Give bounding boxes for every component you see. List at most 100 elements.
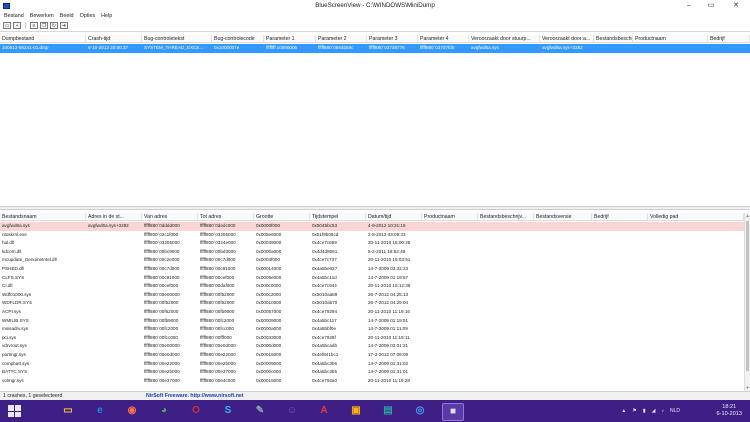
dump-cell: fffff880`037d8778 <box>369 45 405 50</box>
driver-row[interactable]: Wdf01000.sys fffff880`00e00000 fffff880`00… <box>0 291 750 300</box>
driver-column-header[interactable]: Bestandsnaam <box>0 213 86 221</box>
dump-column-header[interactable]: Dumpbestand <box>0 35 86 43</box>
file-explorer-icon[interactable]: ▭ <box>58 403 78 419</box>
scroll-up-icon[interactable]: ▲ <box>745 213 750 219</box>
driver-column-header[interactable]: Volledig pad <box>648 213 744 221</box>
dump-column-header[interactable]: Veroorzaakt door stuurp... <box>469 35 540 43</box>
driver-column-header[interactable]: Productnaam <box>422 213 478 221</box>
save-icon[interactable]: ▪ <box>13 22 21 29</box>
driver-row[interactable]: ntoskrnl.exe fffff800`02c1f000 fffff800`03… <box>0 231 750 240</box>
photo-icon[interactable]: ▣ <box>346 403 366 419</box>
refresh-icon[interactable]: ↻ <box>50 22 58 29</box>
driver-cell: 0x00033000 <box>256 334 282 340</box>
menu-bewerken[interactable]: Bewerken <box>30 12 54 20</box>
driver-column-header[interactable]: Tijdstempel <box>310 213 366 221</box>
bluescreenview-icon[interactable]: ■ <box>442 403 464 421</box>
menu-help[interactable]: Help <box>101 12 112 20</box>
driver-row[interactable]: compbatt.sys fffff880`00e22000 fffff880`00… <box>0 360 750 369</box>
menu-beeld[interactable]: Beeld <box>60 12 74 20</box>
nirsoft-link[interactable]: NirSoft Freeware. http://www.nirsoft.net <box>146 393 244 399</box>
tray-up-arrow-icon[interactable]: ▲ <box>621 408 626 414</box>
driver-cell: 0x0005e000 <box>256 274 282 280</box>
opera-icon[interactable]: O <box>186 403 206 419</box>
driver-list-scrollbar[interactable]: ▲ ▼ <box>744 213 750 391</box>
driver-cell: WMILIB.SYS <box>2 317 29 323</box>
driver-cell: 0x4d4d8061 <box>312 248 338 254</box>
driver-row[interactable]: WDFLDR.SYS fffff880`00f52000 fffff880`00f6… <box>0 299 750 308</box>
dump-column-header[interactable]: Bedrijf <box>708 35 750 43</box>
driver-row[interactable]: partmgr.sys fffff880`00e0d000 fffff880`00e… <box>0 351 750 360</box>
dump-column-header[interactable]: Bestandsbeschrijving <box>594 35 633 43</box>
driver-row[interactable]: WMILIB.SYS fffff880`00fb9000 fffff880`00fc… <box>0 317 750 326</box>
driver-column-header[interactable]: Grootte <box>254 213 310 221</box>
driver-column-header[interactable]: Bestandsbeschrijv... <box>478 213 534 221</box>
driver-row[interactable]: kdcom.dll fffff880`00bc9000 fffff880`00bd3… <box>0 248 750 257</box>
firefox-icon[interactable]: ◉ <box>122 403 142 419</box>
driver-row[interactable]: pci.sys fffff880`00fcc000 fffff880`00fff00… <box>0 334 750 343</box>
flag-icon[interactable]: ⚑ <box>632 408 636 414</box>
driver-column-header[interactable]: Bedrijf <box>592 213 648 221</box>
driver-cell: 4-9-2012 10:31:15 <box>368 223 406 228</box>
dump-column-header[interactable]: Parameter 1 <box>264 35 316 43</box>
driver-cell: 0x0000a000 <box>256 326 282 332</box>
dump-column-header[interactable]: Parameter 3 <box>367 35 418 43</box>
open-folder-icon[interactable]: ▭ <box>3 22 11 29</box>
dump-column-header[interactable]: Bug-controletekst <box>142 35 212 43</box>
properties-icon[interactable]: ≡ <box>30 22 38 29</box>
gallery-icon[interactable]: ▤ <box>378 403 398 419</box>
driver-row[interactable]: BATTC.SYS fffff880`00e2b000 fffff880`00e37… <box>0 368 750 377</box>
battery-icon[interactable]: ▮ <box>643 408 646 414</box>
scrollbar-thumb[interactable] <box>746 221 749 371</box>
driver-row[interactable]: msisadrv.sys fffff880`00fc2000 fffff880`00… <box>0 325 750 334</box>
internet-explorer-icon[interactable]: e <box>90 403 110 419</box>
close-button[interactable]: ✕ <box>722 0 750 12</box>
dump-column-header[interactable]: Parameter 2 <box>316 35 367 43</box>
dump-column-header[interactable]: Veroorzaakt door a... <box>540 35 594 43</box>
exit-icon[interactable]: ➜ <box>60 22 68 29</box>
menu-opties[interactable]: Opties <box>80 12 96 20</box>
dump-column-header[interactable]: Parameter 4 <box>418 35 469 43</box>
driver-cell: fffff880`00f62000 <box>200 300 235 306</box>
driver-row[interactable]: CLFS.SYS fffff880`00c91000 fffff880`00cef0… <box>0 274 750 283</box>
driver-row[interactable]: avgfwd6a.sys avgfwd6a.sys+3282 fffff880`0d… <box>0 222 750 231</box>
dump-column-header[interactable]: Crash-tijd <box>86 35 142 43</box>
skype-icon[interactable]: S <box>218 403 238 419</box>
driver-cell: 0x4ce792a0 <box>312 377 338 383</box>
language-indicator[interactable]: NLD <box>670 408 680 414</box>
driver-column-header[interactable]: Adres in de st... <box>86 213 142 221</box>
remote-desktop-icon[interactable]: ◎ <box>410 403 430 419</box>
driver-row[interactable]: vdrvroot.sys fffff880`00e00000 fffff880`00… <box>0 342 750 351</box>
clock[interactable]: 18:21 6-10-2013 <box>716 404 742 418</box>
network-icon[interactable]: ◢ <box>652 408 656 414</box>
driver-cell: 0x00015000 <box>256 352 282 357</box>
windows-start-icon[interactable] <box>8 405 21 417</box>
driver-cell: fffff880`00e22000 <box>200 352 236 357</box>
pane-splitter[interactable] <box>0 206 750 210</box>
volume-icon[interactable]: ♪ <box>661 408 664 414</box>
copy-icon[interactable]: ❐ <box>40 22 48 29</box>
driver-row[interactable]: mcupdate_GenuineIntel.dll fffff880`00c2e0… <box>0 256 750 265</box>
driver-list-header: Bestandsnaam Adres in de st... Van adres To… <box>0 213 750 221</box>
pdf-icon[interactable]: A <box>314 403 334 419</box>
dump-column-header[interactable]: Bug-controlecode <box>212 35 264 43</box>
driver-row[interactable]: ACPI.sys fffff880`00f62000 fffff880`00fb90… <box>0 308 750 317</box>
driver-column-header[interactable]: Datum/tijd <box>366 213 422 221</box>
driver-row[interactable]: PSHED.dll fffff880`00c7d000 fffff880`00c91… <box>0 265 750 274</box>
driver-column-header[interactable]: Tot adres <box>198 213 254 221</box>
chrome-icon[interactable]: ◕ <box>154 403 174 419</box>
driver-column-header[interactable]: Van adres <box>142 213 198 221</box>
dump-column-header[interactable]: Productnaam <box>633 35 708 43</box>
minimize-button[interactable]: – <box>678 0 700 12</box>
driver-row[interactable]: CI.dll fffff880`00cef000 fffff880`00daf000… <box>0 282 750 291</box>
menu-bestand[interactable]: Bestand <box>4 12 24 20</box>
driver-row[interactable]: volmgr.sys fffff880`00e37000 fffff880`00e4… <box>0 377 750 386</box>
maximize-button[interactable]: ▭ <box>700 0 722 12</box>
messenger-icon[interactable]: ☺ <box>282 403 302 419</box>
driver-row[interactable]: hal.dll fffff800`03205000 fffff800`0324e00… <box>0 239 750 248</box>
driver-cell: kdcom.dll <box>2 248 22 254</box>
dump-row[interactable]: 100613-56241-01.dmp 6-10-2013 20:00:37 SYS… <box>0 44 750 53</box>
driver-cell: fffff880`00e00000 <box>144 343 180 349</box>
driver-column-header[interactable]: Bestandsversie <box>534 213 592 221</box>
wrench-tool-icon[interactable]: ✎ <box>250 403 270 419</box>
driver-cell: 0x4ef841bc1 <box>312 352 339 357</box>
